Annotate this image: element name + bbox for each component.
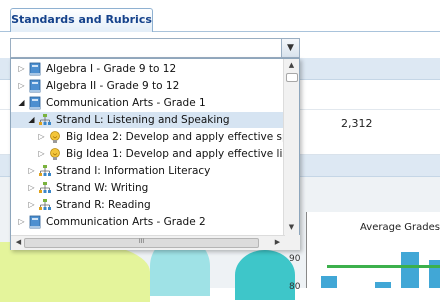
y-tick-label: 80 — [289, 282, 301, 292]
y-tick-label: 90 — [289, 254, 301, 264]
scrollbar-thumb[interactable] — [286, 73, 298, 82]
lightbulb-icon — [48, 130, 62, 144]
chart-bar — [321, 276, 337, 288]
tree-item-label: Strand L: Listening and Speaking — [56, 114, 230, 126]
hierarchy-icon — [38, 113, 52, 127]
vertical-scrollbar[interactable]: ▲ ▼ — [283, 59, 299, 235]
expand-arrow-icon[interactable]: ▷ — [17, 215, 26, 229]
expand-arrow-icon[interactable]: ▷ — [27, 198, 36, 212]
expand-arrow-icon[interactable]: ▷ — [37, 130, 46, 144]
expand-arrow-icon[interactable]: ▷ — [37, 147, 46, 161]
scroll-down-icon[interactable]: ▼ — [284, 223, 299, 231]
book-icon — [28, 79, 42, 93]
tree-item-label: Communication Arts - Grade 1 — [46, 97, 206, 109]
background-graphic — [0, 242, 150, 302]
scroll-right-icon[interactable]: ▶ — [270, 238, 285, 246]
expand-arrow-icon[interactable]: ▷ — [27, 164, 36, 178]
chart-bar — [401, 252, 419, 288]
lightbulb-icon — [48, 147, 62, 161]
standards-combo-box[interactable]: ▼ — [10, 38, 300, 58]
tree-item-label: Big Idea 2: Develop and apply effective … — [66, 131, 285, 143]
scrollbar-corner — [285, 235, 300, 250]
tree-item-label: Algebra II - Grade 9 to 12 — [46, 80, 180, 92]
tree-item[interactable]: ▷ Algebra I - Grade 9 to 12 — [11, 61, 285, 77]
tree-item[interactable]: ◢ Strand L: Listening and Speaking — [11, 112, 285, 128]
tree-item[interactable]: ◢ Communication Arts - Grade 1 — [11, 95, 285, 111]
standards-tree-dropdown: ▷ Algebra I - Grade 9 to 12 ▷ Algebra II - … — [10, 58, 300, 250]
tab-bar: Standards and Rubrics — [0, 0, 440, 32]
tree-item-label: Communication Arts - Grade 2 — [46, 216, 206, 228]
chart-bar — [375, 282, 391, 288]
chevron-down-icon[interactable]: ▼ — [281, 39, 299, 57]
average-line — [327, 265, 440, 268]
expand-arrow-open-icon[interactable]: ◢ — [27, 113, 36, 127]
tree-item[interactable]: ▷ Strand I: Information Literacy — [11, 163, 285, 179]
tree-item-label: Algebra I - Grade 9 to 12 — [46, 63, 177, 75]
expand-arrow-icon[interactable]: ▷ — [17, 79, 26, 93]
tree-item-label: Strand R: Reading — [56, 199, 151, 211]
book-icon — [28, 215, 42, 229]
book-icon — [28, 62, 42, 76]
tree-item-label: Strand I: Information Literacy — [56, 165, 211, 177]
report-count-value: 2,312 — [341, 117, 373, 130]
expand-arrow-icon[interactable]: ▷ — [17, 62, 26, 76]
tree-item[interactable]: ▷ Big Idea 2: Develop and apply effective… — [11, 129, 285, 145]
tree-item[interactable]: ▷ Communication Arts - Grade 2 — [11, 214, 285, 230]
horizontal-scrollbar[interactable]: ◀ III ▶ — [11, 235, 285, 250]
expand-arrow-open-icon[interactable]: ◢ — [17, 96, 26, 110]
tab-standards-and-rubrics[interactable]: Standards and Rubrics — [10, 8, 153, 32]
scroll-up-icon[interactable]: ▲ — [284, 61, 299, 69]
tree-item[interactable]: ▷ Algebra II - Grade 9 to 12 — [11, 78, 285, 94]
tree-item-label: Big Idea 1: Develop and apply effective … — [66, 148, 285, 160]
background-graphic — [235, 250, 295, 300]
tree-item[interactable]: ▷ Big Idea 1: Develop and apply effective… — [11, 146, 285, 162]
hierarchy-icon — [38, 181, 52, 195]
expand-arrow-icon[interactable]: ▷ — [27, 181, 36, 195]
standards-tree: ▷ Algebra I - Grade 9 to 12 ▷ Algebra II - … — [11, 59, 285, 235]
hierarchy-icon — [38, 164, 52, 178]
book-icon — [28, 96, 42, 110]
tree-item[interactable]: ▷ Strand R: Reading — [11, 197, 285, 213]
tree-item[interactable]: ▷ Strand W: Writing — [11, 180, 285, 196]
scrollbar-thumb[interactable]: III — [24, 238, 259, 248]
hierarchy-icon — [38, 198, 52, 212]
tree-item-label: Strand W: Writing — [56, 182, 149, 194]
chart-title: Average Grades — [360, 222, 440, 233]
